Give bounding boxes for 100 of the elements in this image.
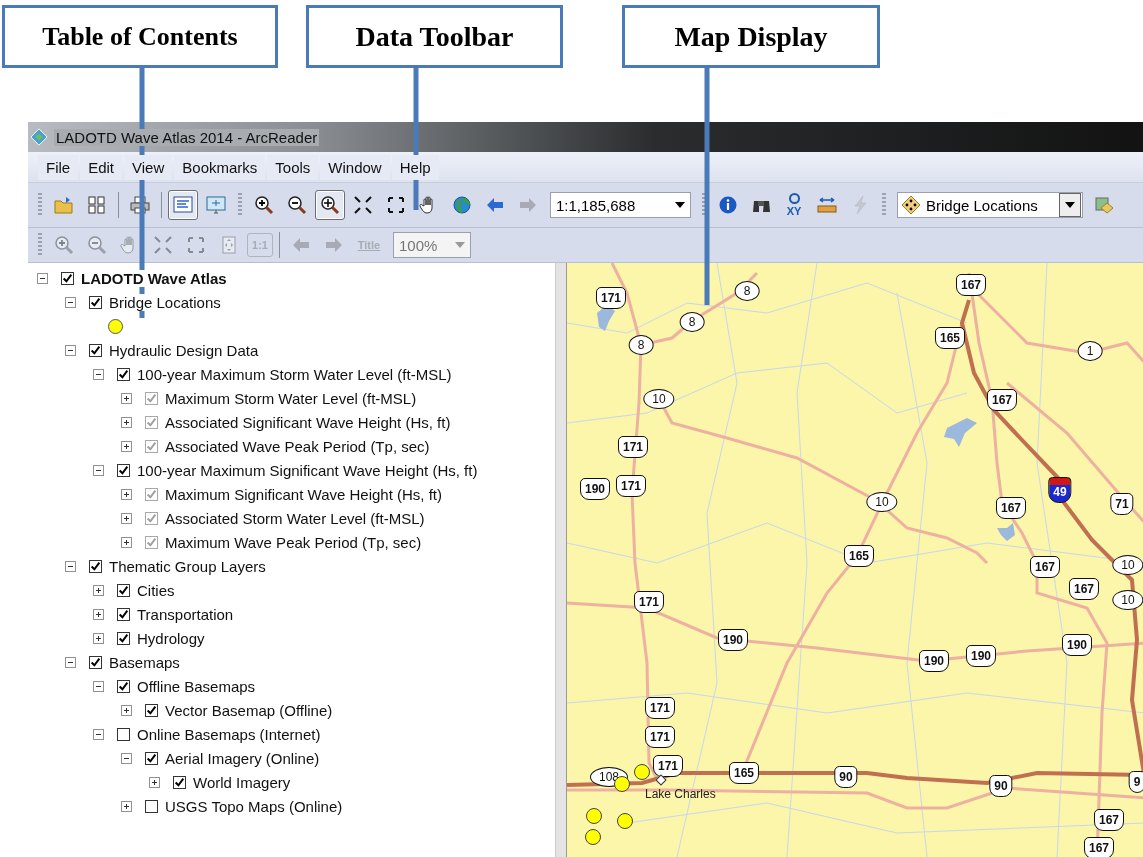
- route-shield: 171: [616, 475, 646, 497]
- bridge-marker-icon[interactable]: [585, 829, 601, 845]
- expand-toggle[interactable]: [65, 560, 76, 572]
- globe-icon: [452, 195, 472, 215]
- menu-item[interactable]: Edit: [80, 154, 123, 180]
- expand-toggle[interactable]: [93, 368, 104, 380]
- route-shield: 90: [834, 766, 858, 788]
- printer-icon: [130, 195, 150, 215]
- route-shield: 167: [1069, 578, 1099, 600]
- menu-item[interactable]: View: [124, 154, 173, 180]
- expand-toggle[interactable]: [37, 272, 48, 284]
- route-shield: 8: [628, 335, 654, 355]
- zoom-in-icon: [54, 235, 74, 255]
- expand-toggle[interactable]: [93, 680, 104, 692]
- route-shield: 190: [966, 645, 996, 667]
- expand-toggle[interactable]: [121, 704, 132, 716]
- layer-icon: [1095, 195, 1115, 215]
- layer-checkbox[interactable]: [145, 799, 158, 813]
- expand-toggle[interactable]: [65, 656, 76, 668]
- expand-toggle[interactable]: [93, 608, 104, 620]
- route-shield: 90: [989, 775, 1013, 797]
- layer-checkbox[interactable]: [145, 703, 158, 717]
- bridge-marker-icon[interactable]: [634, 764, 650, 780]
- page-icon: [219, 235, 239, 255]
- toolbar-button[interactable]: XY: [779, 190, 809, 220]
- expand-toggle[interactable]: [93, 728, 104, 740]
- expand-toggle[interactable]: [93, 584, 104, 596]
- zoom-out-icon: [87, 235, 107, 255]
- toolbar-button[interactable]: [315, 190, 345, 220]
- expand-toggle[interactable]: [149, 776, 160, 788]
- layer-checkbox[interactable]: [117, 679, 130, 693]
- menu-item[interactable]: Window: [320, 154, 390, 180]
- city-label: Lake Charles: [645, 787, 716, 801]
- zoom-out-icon: [287, 195, 307, 215]
- arrows-inward-icon: [353, 195, 373, 215]
- expand-toggle[interactable]: [93, 464, 104, 476]
- layer-checkbox[interactable]: [145, 751, 158, 765]
- monitor-icon: [206, 195, 226, 215]
- expand-toggle[interactable]: [93, 632, 104, 644]
- route-shield: 167: [1094, 809, 1124, 831]
- layer-checkbox[interactable]: [117, 727, 130, 741]
- layer-checkbox[interactable]: [117, 367, 130, 381]
- layer-checkbox[interactable]: [89, 295, 102, 309]
- route-shield: 171: [645, 726, 675, 748]
- layer-checkbox[interactable]: [117, 631, 130, 645]
- callout-label: Data Toolbar: [306, 5, 563, 68]
- dropdown-value: 1:1,185,688: [555, 196, 637, 214]
- app-icon: [30, 128, 48, 146]
- layer-name[interactable]: Bridge Locations: [109, 293, 221, 311]
- route-shield: 171: [634, 591, 664, 613]
- layer-checkbox[interactable]: [117, 583, 130, 597]
- route-shield: 71: [1110, 493, 1134, 515]
- route-shield: 10: [1112, 555, 1143, 575]
- route-shield: 171: [653, 755, 683, 777]
- route-shield: 167: [1030, 556, 1060, 578]
- layer-checkbox[interactable]: [89, 655, 102, 669]
- list-view-icon: [173, 195, 193, 215]
- toolbar-grip[interactable]: [882, 193, 886, 217]
- toolbar-grip[interactable]: [38, 233, 42, 257]
- route-shield: 171: [645, 697, 675, 719]
- forward-arrow-icon: [324, 235, 344, 255]
- route-shield: 165: [729, 762, 759, 784]
- expand-toggle[interactable]: [121, 752, 132, 764]
- menu-item[interactable]: Bookmarks: [174, 154, 266, 180]
- menu-item[interactable]: Help: [391, 154, 439, 180]
- expand-toggle[interactable]: [65, 344, 76, 356]
- bridge-marker-icon[interactable]: [617, 813, 633, 829]
- route-shield: 9: [1128, 771, 1143, 793]
- layer-checkbox[interactable]: [61, 271, 74, 285]
- window-title: LADOTD Wave Atlas 2014 - ArcReader: [54, 128, 320, 146]
- dropdown-field[interactable]: 1:1,185,688: [550, 192, 691, 218]
- layer-checkbox[interactable]: [117, 463, 130, 477]
- toolbar-grip[interactable]: [238, 193, 242, 217]
- dropdown-field[interactable]: Bridge Locations: [897, 192, 1083, 218]
- ruler-icon: [817, 195, 837, 215]
- route-shield: 165: [844, 545, 874, 567]
- layer-name[interactable]: LADOTD Wave Atlas: [81, 269, 227, 287]
- menu-item[interactable]: Tools: [267, 154, 319, 180]
- route-shield: 10: [866, 492, 898, 512]
- layer-checkbox[interactable]: [89, 559, 102, 573]
- expand-toggle[interactable]: [65, 296, 76, 308]
- bridge-marker-icon[interactable]: [586, 808, 602, 824]
- route-shield: 190: [1062, 634, 1092, 656]
- dropdown-value: Bridge Locations: [925, 196, 1039, 214]
- layer-checkbox[interactable]: [117, 607, 130, 621]
- layer-checkbox[interactable]: [89, 343, 102, 357]
- arrows-outward-icon: [186, 235, 206, 255]
- route-shield: 167: [956, 274, 986, 296]
- forward-arrow-icon: [518, 195, 538, 215]
- route-shield: 10: [1112, 590, 1143, 610]
- route-shield: 167: [996, 497, 1026, 519]
- route-shield: 190: [919, 650, 949, 672]
- route-shield: 10: [643, 389, 675, 409]
- layer-checkbox[interactable]: [173, 775, 186, 789]
- caret-icon[interactable]: [1059, 193, 1081, 217]
- pages-icon: [87, 195, 107, 215]
- toolbar-grip[interactable]: [38, 193, 42, 217]
- expand-toggle[interactable]: [121, 800, 132, 812]
- toolbar-grip[interactable]: [702, 193, 706, 217]
- menu-item[interactable]: File: [38, 154, 79, 180]
